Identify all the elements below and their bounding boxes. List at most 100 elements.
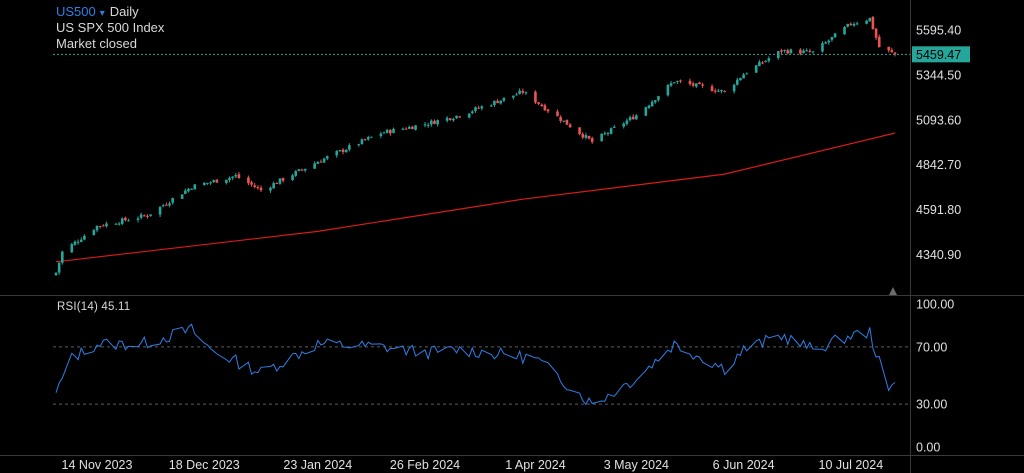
candle-body (635, 115, 638, 120)
candle-body (761, 62, 764, 64)
candle-body (76, 241, 80, 243)
candle-body (57, 262, 61, 273)
candle-body (411, 126, 414, 130)
candle-body (389, 130, 392, 134)
trading-chart[interactable]: 5595.40 5344.50 5093.60 4842.70 4591.80 4340.… (0, 0, 1024, 473)
candle-body (543, 105, 547, 111)
candle-body (584, 135, 588, 138)
time-tick-label: 14 Nov 2023 (62, 458, 133, 472)
candle-body (590, 138, 594, 142)
caret-down-icon[interactable]: ▾ (100, 8, 105, 19)
candle-body (562, 120, 566, 122)
candle-body (401, 128, 405, 130)
candle-body (136, 218, 140, 221)
time-tick-label: 10 Jul 2024 (819, 458, 884, 472)
candle-body (493, 100, 496, 106)
candle-body (512, 95, 515, 98)
rsi-tick-label: 0.00 (916, 441, 940, 455)
candle-body (184, 190, 187, 194)
time-tick-label: 3 May 2024 (604, 458, 669, 472)
candle-body (672, 82, 676, 84)
candle-body (256, 187, 260, 189)
candle-body (448, 118, 452, 120)
candle-body (723, 90, 726, 92)
candle-body (653, 100, 657, 103)
candle-body (556, 111, 559, 117)
candle-body (272, 183, 275, 189)
candle-body (95, 225, 99, 231)
timeframe-label[interactable]: Daily (110, 4, 139, 19)
time-tick-label: 6 Jun 2024 (713, 458, 775, 472)
candle-body (325, 156, 329, 159)
time-tick-label: 23 Jan 2024 (283, 458, 352, 472)
candle-body (745, 73, 749, 75)
candle-body (338, 150, 342, 152)
candle-body (739, 77, 742, 81)
candle-body (587, 135, 591, 139)
candle-body (764, 60, 767, 62)
candle-body (559, 117, 562, 121)
candle-body (691, 83, 695, 86)
candle-body (206, 182, 209, 184)
last-price-label: 5459.47 (916, 48, 961, 62)
candle-body (833, 33, 837, 38)
candle-body (830, 36, 834, 40)
candle-body (568, 124, 572, 128)
time-tick-label: 18 Dec 2023 (169, 458, 240, 472)
candle-body (407, 126, 411, 129)
rsi-tick-label: 100.00 (916, 298, 954, 312)
candle-body (698, 82, 701, 85)
candle-body (70, 244, 74, 253)
candle-body (423, 124, 427, 126)
candle-body (117, 223, 121, 225)
candle-body (499, 100, 503, 104)
candle-body (458, 116, 462, 118)
candle-body (105, 223, 108, 227)
candle-body (357, 144, 361, 146)
candle-body (467, 113, 471, 118)
triangle-up-icon[interactable] (889, 287, 897, 295)
candle-body (303, 168, 307, 171)
candle-body (868, 17, 872, 22)
candle-body (628, 117, 632, 121)
candle-body (534, 91, 537, 103)
candle-body (783, 49, 786, 52)
candle-body (612, 126, 616, 128)
symbol-selector[interactable]: US500 (56, 4, 96, 19)
candle-body (496, 100, 499, 104)
candle-body (344, 149, 348, 153)
candle-body (341, 149, 345, 152)
candle-body (758, 61, 761, 67)
candle-body (849, 23, 853, 25)
candle-body (471, 111, 474, 113)
candle-body (540, 104, 544, 107)
instrument-description: US SPX 500 Index (56, 20, 165, 35)
candle-body (650, 101, 654, 107)
candle-body (824, 42, 827, 44)
candle-body (278, 178, 282, 184)
candle-body (291, 175, 294, 180)
rsi-label: RSI(14) 45.11 (57, 301, 131, 313)
candle-body (657, 96, 660, 101)
candle-body (647, 105, 651, 108)
candle-body (802, 50, 805, 54)
candle-body (269, 187, 272, 191)
candle-body (319, 161, 323, 163)
candle-body (609, 128, 613, 134)
candle-body (600, 133, 603, 142)
candle-body (165, 204, 168, 206)
candle-body (231, 176, 234, 178)
candle-body (606, 132, 610, 134)
candle-body (786, 50, 790, 54)
candle-body (385, 129, 389, 133)
candle-body (430, 120, 433, 125)
candle-body (190, 188, 193, 190)
candle-body (676, 81, 679, 83)
candle-body (666, 85, 670, 96)
candle-body (98, 226, 102, 228)
market-status: Market closed (56, 36, 137, 51)
candle-body (767, 58, 771, 61)
candle-body (335, 151, 339, 156)
candle-body (843, 27, 846, 35)
candle-body (316, 162, 320, 164)
